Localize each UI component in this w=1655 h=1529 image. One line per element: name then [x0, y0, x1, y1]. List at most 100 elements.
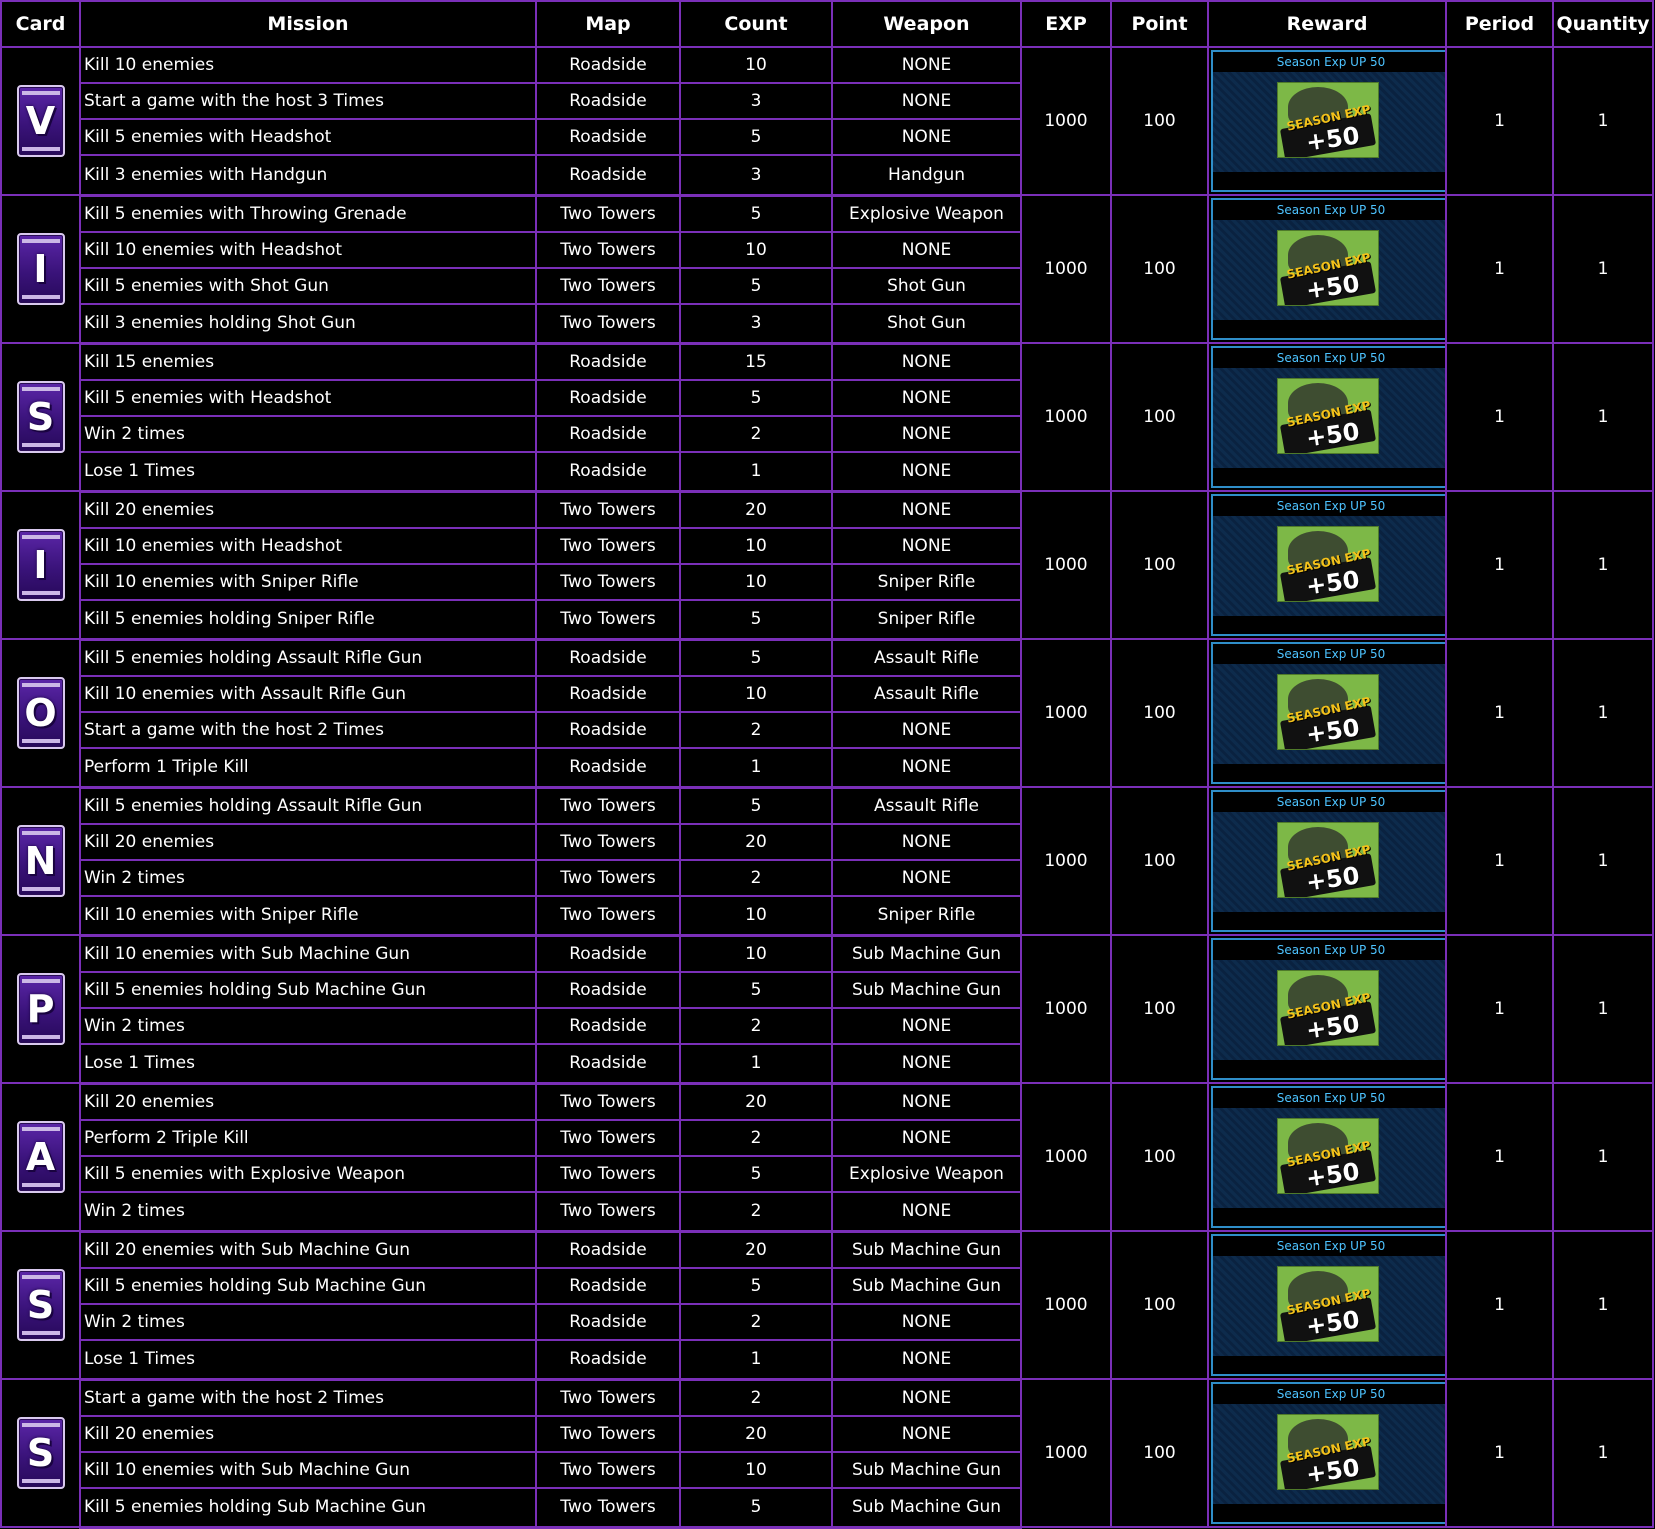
count-cell: 10: [679, 45, 833, 85]
weapon-cell: Sniper Rifle: [831, 598, 1022, 641]
count-cell: 20: [679, 1414, 833, 1453]
header-exp: EXP: [1020, 0, 1112, 48]
weapon-cell: NONE: [831, 118, 1022, 157]
reward-card: Season Exp UP 50 SEASON EXP +50: [1211, 1382, 1444, 1524]
quantity-cell: 1: [1552, 194, 1654, 344]
count-cell: 2: [679, 414, 833, 453]
header-quantity: Quantity: [1552, 0, 1654, 48]
map-cell: Roadside: [535, 638, 681, 677]
map-cell: Two Towers: [535, 1486, 681, 1529]
reward-cell: Season Exp UP 50 SEASON EXP +50: [1207, 1230, 1447, 1380]
count-cell: 2: [679, 1118, 833, 1157]
mission-cell: Perform 1 Triple Kill: [79, 746, 537, 789]
header-card: Card: [0, 0, 81, 48]
count-cell: 2: [679, 858, 833, 897]
mission-cell: Kill 10 enemies with Assault Rifle Gun: [79, 674, 537, 713]
count-cell: 5: [679, 786, 833, 825]
point-cell: 100: [1110, 1230, 1209, 1380]
exp-cell: 1000: [1020, 638, 1112, 788]
mission-cell: Win 2 times: [79, 858, 537, 897]
count-cell: 10: [679, 230, 833, 269]
count-cell: 10: [679, 894, 833, 937]
mission-card: I: [0, 194, 81, 344]
map-cell: Two Towers: [535, 1450, 681, 1489]
reward-title: Season Exp UP 50: [1213, 52, 1444, 72]
weapon-cell: NONE: [831, 822, 1022, 861]
weapon-cell: NONE: [831, 230, 1022, 269]
mission-card: V: [0, 46, 81, 196]
map-cell: Two Towers: [535, 894, 681, 937]
map-cell: Roadside: [535, 118, 681, 157]
mission-cell: Kill 10 enemies with Headshot: [79, 526, 537, 565]
weapon-cell: NONE: [831, 1082, 1022, 1121]
map-cell: Two Towers: [535, 1118, 681, 1157]
card-badge: A: [16, 1121, 65, 1193]
card-letter: N: [24, 839, 57, 883]
count-cell: 3: [679, 154, 833, 197]
reward-title: Season Exp UP 50: [1213, 348, 1444, 368]
season-exp-icon: SEASON EXP +50: [1277, 230, 1379, 306]
mission-card: I: [0, 490, 81, 640]
mission-cell: Kill 5 enemies with Headshot: [79, 378, 537, 417]
map-cell: Two Towers: [535, 1414, 681, 1453]
point-cell: 100: [1110, 638, 1209, 788]
weapon-cell: Sniper Rifle: [831, 894, 1022, 937]
reward-title: Season Exp UP 50: [1213, 792, 1444, 812]
card-badge: S: [16, 1417, 65, 1489]
season-exp-icon: SEASON EXP +50: [1277, 1118, 1379, 1194]
reward-cell: Season Exp UP 50 SEASON EXP +50: [1207, 194, 1447, 344]
weapon-cell: NONE: [831, 342, 1022, 381]
weapon-cell: NONE: [831, 1118, 1022, 1157]
weapon-cell: NONE: [831, 710, 1022, 749]
count-cell: 10: [679, 1450, 833, 1489]
card-badge: S: [16, 1269, 65, 1341]
reward-title: Season Exp UP 50: [1213, 644, 1444, 664]
weapon-cell: NONE: [831, 1302, 1022, 1341]
map-cell: Roadside: [535, 414, 681, 453]
count-cell: 2: [679, 1190, 833, 1233]
card-letter: I: [33, 543, 48, 587]
map-cell: Roadside: [535, 450, 681, 493]
period-cell: 1: [1445, 194, 1554, 344]
map-cell: Roadside: [535, 154, 681, 197]
mission-cell: Win 2 times: [79, 1006, 537, 1045]
count-cell: 1: [679, 746, 833, 789]
count-cell: 1: [679, 1338, 833, 1381]
map-cell: Two Towers: [535, 1378, 681, 1417]
reward-icon-amount: +50: [1304, 417, 1362, 453]
mission-cell: Start a game with the host 2 Times: [79, 1378, 537, 1417]
weapon-cell: Explosive Weapon: [831, 1154, 1022, 1193]
card-letter: S: [26, 395, 55, 439]
mission-card: O: [0, 638, 81, 788]
mission-cell: Kill 15 enemies: [79, 342, 537, 381]
card-letter: V: [25, 99, 56, 143]
table-row: S Kill 20 enemies with Sub Machine Gun Roa…: [0, 1230, 1654, 1380]
point-cell: 100: [1110, 194, 1209, 344]
mission-cell: Kill 10 enemies with Sub Machine Gun: [79, 934, 537, 973]
point-cell: 100: [1110, 1082, 1209, 1232]
header-mission: Mission: [79, 0, 537, 48]
mission-body: V Kill 10 enemies Roadside 10 NONE 1000 100 Sea…: [0, 45, 1654, 1529]
exp-cell: 1000: [1020, 1230, 1112, 1380]
map-cell: Two Towers: [535, 822, 681, 861]
map-cell: Two Towers: [535, 1154, 681, 1193]
point-cell: 100: [1110, 786, 1209, 936]
weapon-cell: Assault Rifle: [831, 786, 1022, 825]
weapon-cell: NONE: [831, 1378, 1022, 1417]
count-cell: 5: [679, 118, 833, 157]
count-cell: 5: [679, 970, 833, 1009]
card-badge: P: [16, 973, 65, 1045]
mission-cell: Lose 1 Times: [79, 450, 537, 493]
reward-card: Season Exp UP 50 SEASON EXP +50: [1211, 494, 1444, 636]
map-cell: Two Towers: [535, 598, 681, 641]
season-exp-icon: SEASON EXP +50: [1277, 82, 1379, 158]
map-cell: Two Towers: [535, 858, 681, 897]
count-cell: 5: [679, 598, 833, 641]
map-cell: Two Towers: [535, 526, 681, 565]
mission-cell: Lose 1 Times: [79, 1042, 537, 1085]
mission-card: P: [0, 934, 81, 1084]
period-cell: 1: [1445, 786, 1554, 936]
exp-cell: 1000: [1020, 194, 1112, 344]
weapon-cell: Sub Machine Gun: [831, 1450, 1022, 1489]
reward-cell: Season Exp UP 50 SEASON EXP +50: [1207, 342, 1447, 492]
